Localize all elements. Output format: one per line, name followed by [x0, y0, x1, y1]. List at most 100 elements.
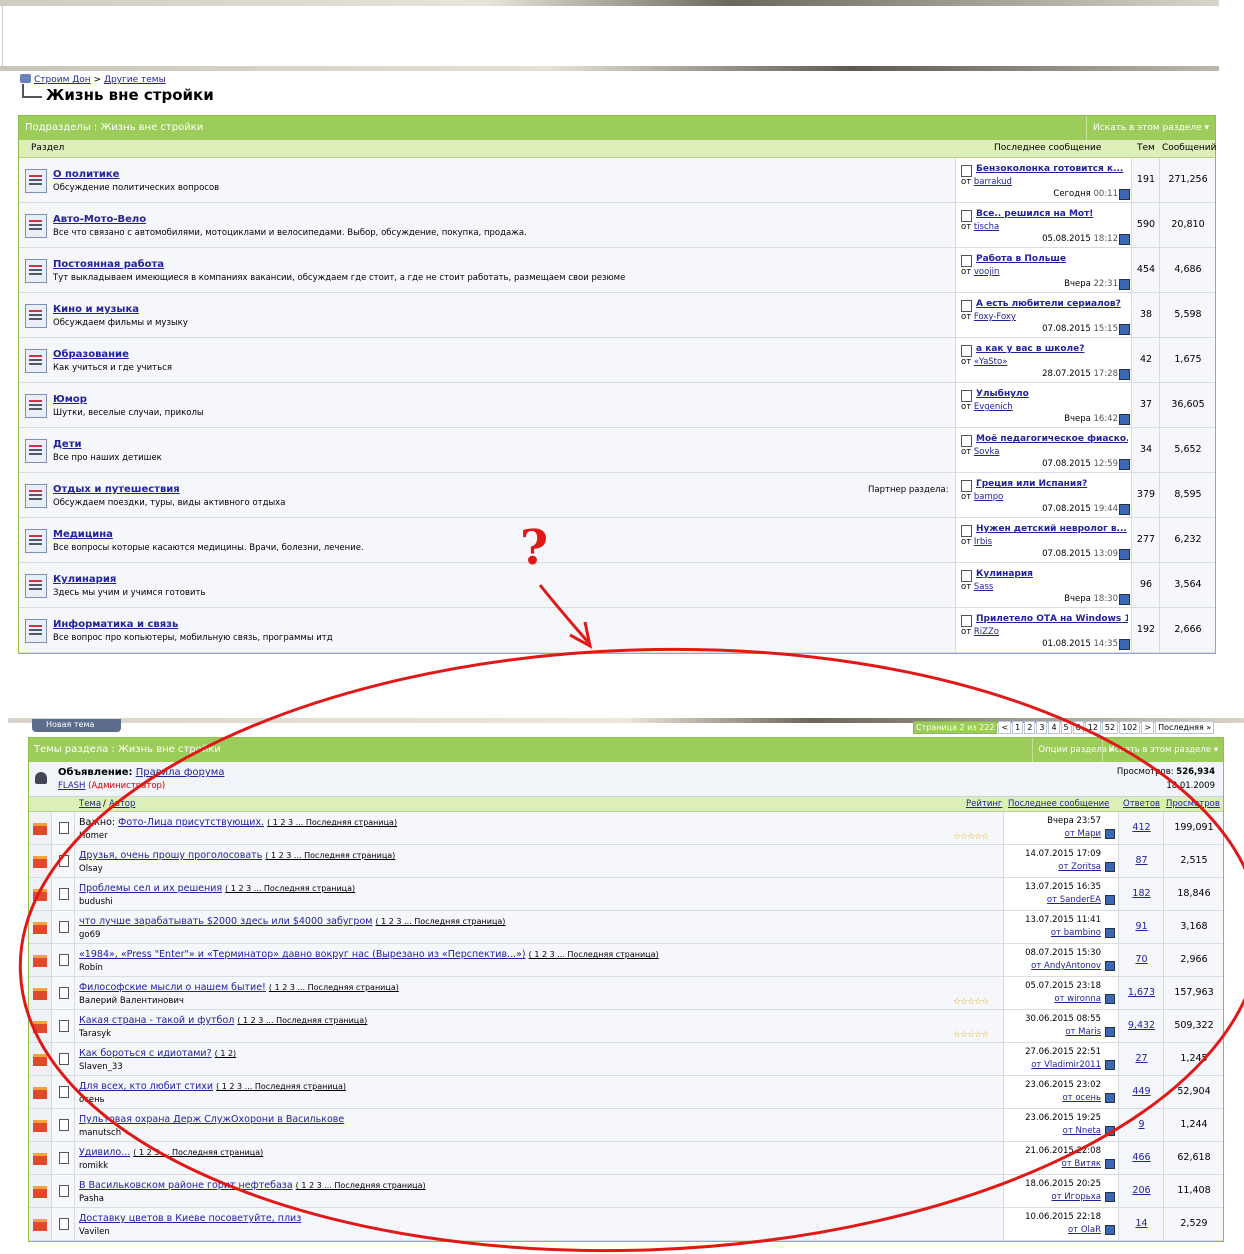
- subforum-name[interactable]: Кулинария: [53, 574, 116, 585]
- go-to-last-post-icon[interactable]: [1119, 189, 1130, 200]
- announcement-author[interactable]: FLASH: [58, 781, 85, 791]
- go-to-last-post-icon[interactable]: [1105, 994, 1115, 1004]
- last-post-title[interactable]: Греция или Испания?: [976, 479, 1128, 489]
- replies-count[interactable]: 466: [1118, 1142, 1164, 1174]
- topic-last-post-user[interactable]: от Витяк: [1062, 1159, 1101, 1169]
- last-post-title[interactable]: Улыбнуло: [976, 389, 1128, 399]
- search-in-section-button[interactable]: Искать в этом разделе ▾: [1086, 116, 1215, 140]
- last-post-user[interactable]: Sass: [974, 582, 993, 592]
- col-author[interactable]: Автор: [109, 797, 135, 811]
- last-post-user[interactable]: «YaSto»: [974, 357, 1008, 367]
- topic-title[interactable]: что лучше зарабатывать $2000 здесь или $…: [79, 916, 372, 927]
- page-link[interactable]: 102: [1119, 721, 1141, 734]
- topic-pages[interactable]: ( 1 2 3 ... Последняя страница): [133, 1148, 263, 1157]
- topic-title[interactable]: Проблемы сел и их решения: [79, 883, 222, 894]
- replies-count[interactable]: 9: [1118, 1109, 1164, 1141]
- topic-last-post-user[interactable]: от bambino: [1051, 928, 1101, 938]
- last-post-title[interactable]: Работа в Польше: [976, 254, 1128, 264]
- last-post-user[interactable]: barrakud: [974, 177, 1012, 187]
- topic-last-post-user[interactable]: от OlaR: [1068, 1225, 1101, 1235]
- page-link[interactable]: 4: [1048, 721, 1060, 734]
- search-in-section-button-lower[interactable]: Искать в этом разделе ▾: [1102, 738, 1223, 762]
- topic-last-post-user[interactable]: от Zoritsa: [1058, 862, 1101, 872]
- page-link[interactable]: 5: [1060, 721, 1072, 734]
- go-to-last-post-icon[interactable]: [1105, 1093, 1115, 1103]
- subforum-name[interactable]: Информатика и связь: [53, 619, 178, 630]
- go-to-last-post-icon[interactable]: [1105, 1027, 1115, 1037]
- go-to-last-post-icon[interactable]: [1119, 414, 1130, 425]
- topic-title[interactable]: «1984», «Press "Enter"» и «Терминатор» д…: [79, 949, 526, 960]
- topic-last-post-user[interactable]: от Nneta: [1063, 1126, 1101, 1136]
- topic-last-post-user[interactable]: от осень: [1062, 1093, 1101, 1103]
- col-rating[interactable]: Рейтинг: [966, 797, 1002, 811]
- go-to-last-post-icon[interactable]: [1105, 895, 1115, 905]
- replies-count[interactable]: 70: [1118, 944, 1164, 976]
- topic-title[interactable]: Как бороться с идиотами?: [79, 1048, 212, 1059]
- last-post-user[interactable]: Irbis: [974, 537, 992, 547]
- go-to-last-post-icon[interactable]: [1105, 862, 1115, 872]
- topic-title[interactable]: Для всех, кто любит стихи: [79, 1081, 213, 1092]
- last-post-title[interactable]: А есть любители сериалов?: [976, 299, 1128, 309]
- announcement-link[interactable]: Правила форума: [136, 767, 225, 778]
- page-link[interactable]: 3: [1036, 721, 1048, 734]
- topic-pages[interactable]: ( 1 2 3 ... Последняя страница): [265, 851, 395, 860]
- page-link[interactable]: <: [998, 721, 1012, 734]
- topic-pages[interactable]: ( 1 2 3 ... Последняя страница): [296, 1181, 426, 1190]
- page-link[interactable]: 12: [1084, 721, 1101, 734]
- new-topic-button[interactable]: Новая тема: [32, 719, 121, 732]
- replies-count[interactable]: 206: [1118, 1175, 1164, 1207]
- last-post-user[interactable]: RiZZo: [974, 627, 999, 637]
- topic-last-post-user[interactable]: от Игорьха: [1051, 1192, 1101, 1202]
- page-link[interactable]: 2: [1024, 721, 1036, 734]
- last-post-user[interactable]: voojin: [974, 267, 1000, 277]
- col-last-post-lower[interactable]: Последнее сообщение: [1008, 797, 1109, 811]
- last-post-user[interactable]: Foxy-Foxy: [974, 312, 1016, 322]
- replies-count[interactable]: 27: [1118, 1043, 1164, 1075]
- topic-pages[interactable]: ( 1 2 3 ... Последняя страница): [237, 1016, 367, 1025]
- topic-title[interactable]: Друзья, очень прошу проголосовать: [79, 850, 262, 861]
- topic-last-post-user[interactable]: от AndyAntonov: [1031, 961, 1101, 971]
- go-to-last-post-icon[interactable]: [1105, 961, 1115, 971]
- go-to-last-post-icon[interactable]: [1105, 1126, 1115, 1136]
- subforum-name[interactable]: Дети: [53, 439, 82, 450]
- last-post-title[interactable]: Бензоколонка готовится к...: [976, 164, 1128, 174]
- last-post-title[interactable]: Кулинария: [976, 569, 1128, 579]
- topic-title[interactable]: Какая страна - такой и футбол: [79, 1015, 234, 1026]
- go-to-last-post-icon[interactable]: [1119, 369, 1130, 380]
- breadcrumb-section[interactable]: Другие темы: [104, 75, 166, 85]
- last-post-user[interactable]: bampo: [974, 492, 1003, 502]
- go-to-last-post-icon[interactable]: [1119, 549, 1130, 560]
- topic-title[interactable]: Удивило...: [79, 1147, 130, 1158]
- replies-count[interactable]: 1,673: [1118, 977, 1164, 1009]
- topic-title[interactable]: В Васильковском районе горит нефтебаза: [79, 1180, 293, 1191]
- go-to-last-post-icon[interactable]: [1119, 324, 1130, 335]
- last-post-title[interactable]: Все.. решился на Мот!: [976, 209, 1128, 219]
- replies-count[interactable]: 182: [1118, 878, 1164, 910]
- topic-pages[interactable]: ( 1 2 3 ... Последняя страница): [216, 1082, 346, 1091]
- page-link[interactable]: Последняя »: [1155, 721, 1215, 734]
- replies-count[interactable]: 9,432: [1118, 1010, 1164, 1042]
- last-post-title[interactable]: а как у вас в школе?: [976, 344, 1128, 354]
- topic-pages[interactable]: ( 1 2): [215, 1049, 237, 1058]
- topic-last-post-user[interactable]: от Мари: [1065, 829, 1101, 839]
- go-to-last-post-icon[interactable]: [1105, 928, 1115, 938]
- last-post-title[interactable]: Прилетело ОТА на Windows 10: [976, 614, 1128, 624]
- go-to-last-post-icon[interactable]: [1119, 234, 1130, 245]
- go-to-last-post-icon[interactable]: [1105, 829, 1115, 839]
- col-views[interactable]: Просмотров: [1166, 797, 1220, 811]
- last-post-user[interactable]: tischa: [974, 222, 999, 232]
- page-link[interactable]: 1: [1012, 721, 1024, 734]
- topic-title[interactable]: Фото-Лица присутствующих.: [118, 817, 264, 828]
- page-link[interactable]: >: [1141, 721, 1155, 734]
- go-to-last-post-icon[interactable]: [1105, 1225, 1115, 1235]
- last-post-user[interactable]: Evgenich: [974, 402, 1013, 412]
- topic-pages[interactable]: ( 1 2 3 ... Последняя страница): [269, 983, 399, 992]
- subforum-name[interactable]: Юмор: [53, 394, 87, 405]
- topic-last-post-user[interactable]: от wironna: [1054, 994, 1101, 1004]
- page-link[interactable]: 6: [1072, 721, 1084, 734]
- go-to-last-post-icon[interactable]: [1119, 594, 1130, 605]
- subforum-name[interactable]: Медицина: [53, 529, 113, 540]
- page-link[interactable]: 52: [1101, 721, 1119, 734]
- last-post-user[interactable]: Sovka: [974, 447, 1000, 457]
- subforum-name[interactable]: Постоянная работа: [53, 259, 164, 270]
